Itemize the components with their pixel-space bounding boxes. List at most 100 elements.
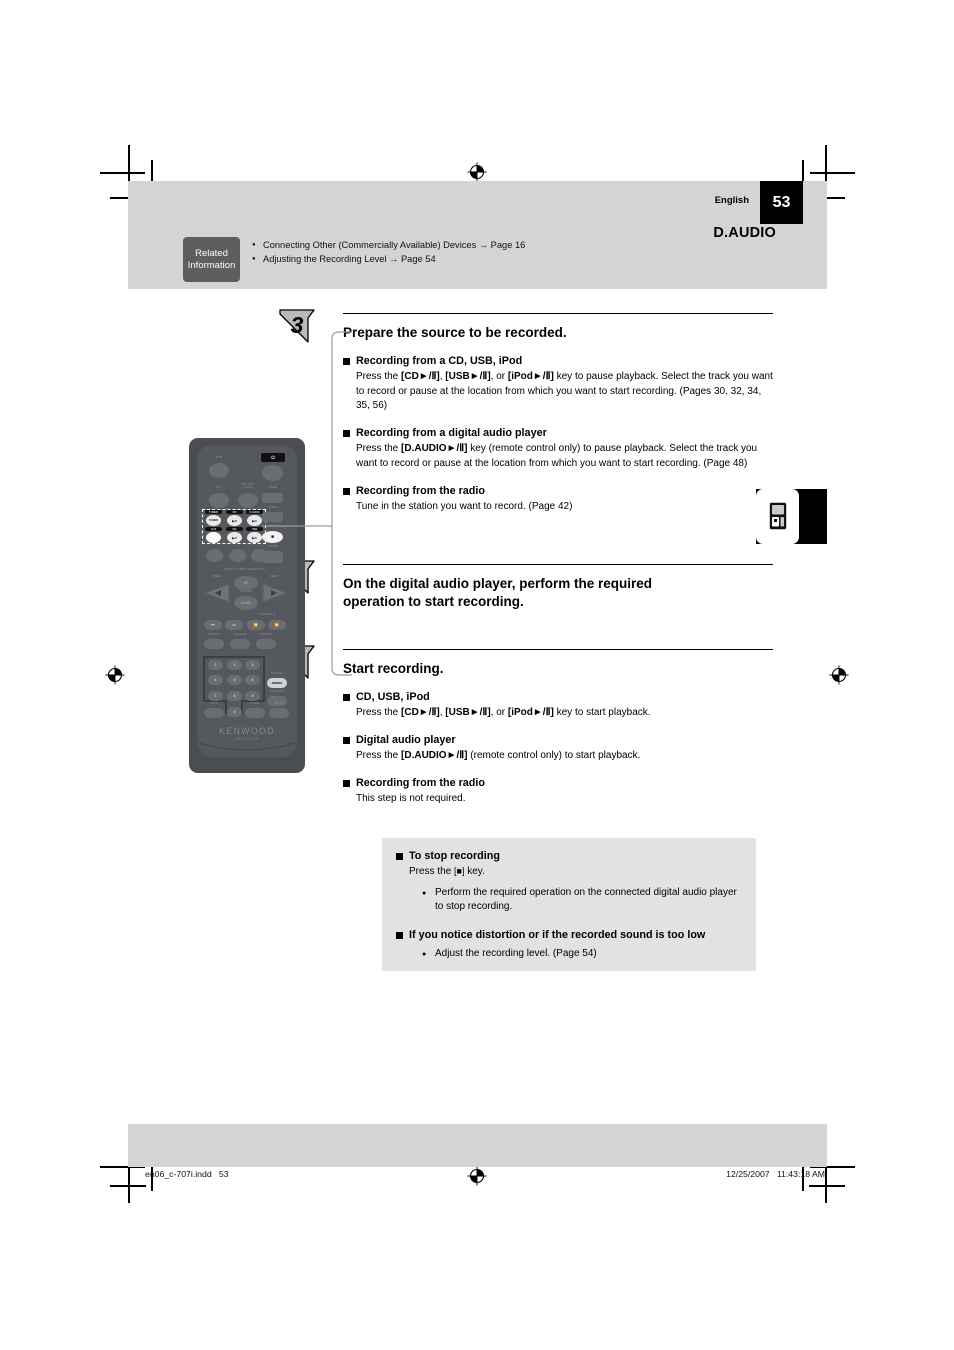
step-3: 3 Prepare the source to be recorded. Rec… [279,309,773,514]
registration-mark [828,664,850,686]
remote-label-aps: A.P.S. [210,702,218,705]
remote-keycap-1: 1 [214,663,217,667]
remote-keycap-3: 3 [251,663,254,667]
note-bullet: Adjust the recording level. (Page 54) [422,947,738,962]
crop-mark [809,1185,845,1187]
related-badge-line1: Related [195,247,228,259]
remote-button-aux[interactable] [206,532,221,543]
power-icon: ⏻ [271,455,275,460]
remote-nav-left-icon[interactable] [203,582,231,604]
related-item[interactable]: Adjusting the Recording Level → Page 54 [252,252,525,267]
skip-forward-icon: ⏭ [232,623,236,627]
remote-keycap-display: DIMMER [271,681,283,685]
note-body: Press the [■] key. [409,866,485,877]
steps-column: 3 Prepare the source to be recorded. Rec… [279,309,773,807]
remote-button-timer[interactable] [262,493,283,503]
skip-back-icon: ⏮ [211,623,215,627]
subsection-body: Press the [D.AUDIO►/Ⅱ] (remote control o… [356,750,641,762]
remote-button-pcm[interactable] [209,463,229,478]
step-title: Prepare the source to be recorded. [343,325,567,340]
step-5: 5 Start recording. CD, USB, iPod Press t… [279,645,773,806]
remote-keycap-7: 7 [214,694,217,698]
remote-label-rty: RTY [216,486,222,489]
remote-label-prev: PREV. [212,575,222,578]
remote-keycap-eq: ▶/‖ [232,535,237,540]
registration-mark [104,664,126,686]
step-title: On the digital audio player, perform the… [343,576,653,610]
remote-label-stop: STOP [269,525,277,528]
remote-label-sleep: SLEEP [268,506,278,509]
step-number-badge: 3 [278,308,320,344]
step-title: Start recording. [343,661,444,677]
note-bullet: Perform the required operation on the co… [422,886,738,915]
subsection-heading: Recording from a CD, USB, iPod [343,355,773,367]
remote-label-tuning: ▼ TUNING ▲ [257,613,277,616]
remote-button-rec-out-level[interactable] [238,493,258,508]
remote-nav-right-icon[interactable] [261,582,289,604]
remote-button-pmode[interactable] [204,639,224,649]
remote-button-unlabeled-1[interactable] [206,549,223,562]
subsection-body: Press the [CD►/Ⅱ], [USB►/Ⅱ], or [iPod►/Ⅱ… [356,371,773,412]
subsection-heading: Recording from the radio [343,777,773,789]
note-heading: To stop recording [396,850,738,862]
remote-control-illustration: PCM ⏻ RTY REC OUT LEVEL TIMER TUNER TUNER… [189,438,305,773]
remote-button-mute[interactable] [269,708,289,718]
remote-label-eq: EQ [232,527,237,531]
crop-mark [110,1185,146,1187]
crop-mark [100,172,145,174]
remote-keycap-9: 9 [251,694,254,698]
remote-label-display: DISPLAY [271,672,283,675]
remote-keycap-tuner: TUNER [208,519,219,522]
remote-button-random[interactable] [230,639,250,649]
related-information-list: Connecting Other (Commercially Available… [252,238,525,268]
note-bullet-list: Perform the required operation on the co… [422,886,738,915]
remote-label-next: NEXT [270,575,278,578]
subsection-body: Press the [D.AUDIO►/Ⅱ] key (remote contr… [356,443,758,469]
subsection-heading: Recording from the radio [343,485,773,497]
remote-button-repeat[interactable] [256,639,276,649]
remote-keycap-daudio: ▶/‖ [252,518,257,523]
remote-keycap-down: DOWN [240,601,252,605]
remote-button-clear[interactable] [245,708,265,718]
remote-brand: KENWOOD [219,726,275,736]
subsection-body: This step is not required. [356,792,466,804]
remote-button-sleep[interactable] [262,512,283,522]
remote-button-rty[interactable] [209,493,229,508]
fast-forward-icon: ⏩ [274,623,280,627]
registration-mark [466,161,488,183]
remote-label-mute: MUTE [274,702,283,705]
remote-button-unlabeled-2[interactable] [229,549,246,562]
remote-faceplate: PCM ⏻ RTY REC OUT LEVEL TIMER TUNER TUNER… [197,445,297,757]
step-4: 4 On the digital audio player, perform t… [279,560,773,611]
remote-label-tuner: TUNER [209,510,218,514]
remote-label-random: RANDOM [233,633,247,636]
note-bullet-list: Adjust the recording level. (Page 54) [422,947,738,962]
related-item[interactable]: Connecting Other (Commercially Available… [252,238,525,253]
page-title: D.AUDIO [713,225,776,241]
remote-label-repeat: REPEAT [260,633,272,636]
remote-label-timer: TIMER [268,486,278,489]
remote-label-multicontrol: ⌈ MULTI CONTROL / SELECTOR ⌉ [223,568,265,571]
subsection-heading: CD, USB, iPod [343,691,773,703]
remote-button-aps[interactable] [204,708,224,718]
remote-keycap-0: 0 [233,710,236,714]
subsection-heading: Digital audio player [343,734,773,746]
remote-keycap-4: 4 [214,678,217,682]
remote-keycap-up: UP [243,581,249,585]
remote-label-time-disp: TIME DISP. [269,690,285,693]
remote-keycap-cd: ▶/‖ [232,518,237,523]
remote-button-power[interactable] [262,465,283,481]
remote-button-unlabeled-3[interactable] [251,549,268,562]
remote-bottom-curve [198,742,296,751]
print-filename: en06_c-707i.indd 53 [145,1169,229,1179]
note-heading: If you notice distortion or if the recor… [396,929,738,941]
remote-label-volume: VOLUME [240,590,252,593]
related-information-badge: Related Information [183,237,240,282]
stop-icon: ■ [270,534,275,540]
note-box: To stop recording Press the [■] key. Per… [382,838,756,971]
related-badge-line2: Information [187,259,236,271]
remote-keycap-usb: ▶/‖ [252,535,257,540]
remote-label-cd: CD [232,510,237,514]
footer-band [128,1124,827,1167]
step-number: 3 [290,311,304,338]
